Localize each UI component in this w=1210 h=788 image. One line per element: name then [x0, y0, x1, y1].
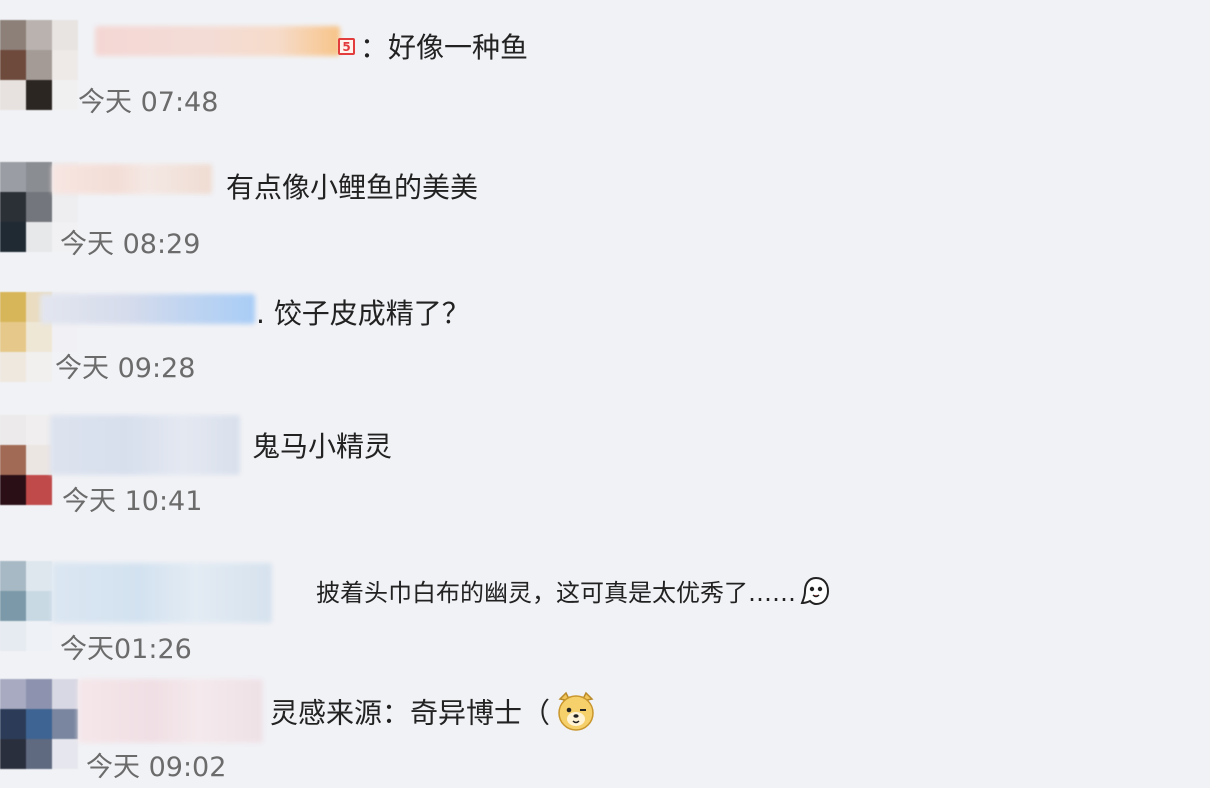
dog-face-emoji-icon	[554, 689, 598, 740]
username-blurred[interactable]	[52, 164, 212, 194]
comment-item: . 饺子皮成精了？ 今天 09:28	[0, 270, 1210, 400]
comment-text: . 饺子皮成精了？	[256, 297, 470, 330]
comment-time: 今天 07:48	[78, 87, 219, 118]
level-badge: 5	[338, 38, 355, 55]
comment-text: 披着头巾白布的幽灵，这可真是太优秀了……	[316, 573, 832, 613]
comment-item: 披着头巾白布的幽灵，这可真是太优秀了…… 今天01:26	[0, 545, 1210, 665]
username-blurred[interactable]	[95, 26, 340, 56]
comment-body: 灵感来源：奇异博士（	[270, 696, 551, 730]
comment-item: 5 ：好像一种鱼 今天 07:48	[0, 0, 1210, 130]
avatar[interactable]	[0, 20, 78, 112]
comment-time: 今天01:26	[60, 634, 192, 665]
avatar[interactable]	[0, 679, 78, 771]
comment-text: 有点像小鲤鱼的美美	[226, 171, 479, 204]
username-blurred[interactable]	[52, 563, 272, 623]
comment-text: 鬼马小精灵	[252, 430, 393, 463]
comment-body: 披着头巾白布的幽灵，这可真是太优秀了……	[316, 579, 796, 607]
username-blurred[interactable]	[40, 294, 255, 324]
comment-time: 今天 10:41	[62, 486, 203, 517]
comment-time: 今天 08:29	[60, 229, 201, 260]
comment-text: 灵感来源：奇异博士（	[270, 689, 598, 740]
username-blurred[interactable]	[50, 415, 240, 475]
comment-time: 今天 09:28	[55, 353, 196, 384]
comment-time: 今天 09:02	[86, 752, 227, 783]
comment-text: ：好像一种鱼	[360, 31, 529, 64]
comment-item: 有点像小鲤鱼的美美 今天 08:29	[0, 150, 1210, 270]
comment-item: 灵感来源：奇异博士（ 今天 09:02	[0, 665, 1210, 788]
ghost-emoji-icon	[800, 575, 832, 613]
username-blurred[interactable]	[78, 679, 263, 743]
comment-item: 鬼马小精灵 今天 10:41	[0, 405, 1210, 535]
